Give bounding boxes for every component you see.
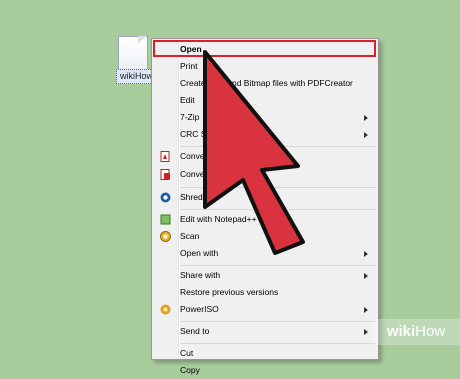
watermark-wiki: wiki [386,323,416,340]
pointer-arrow-icon [203,50,305,255]
watermark-logo: wikiHow [372,319,460,345]
menu-item-label: Cut [180,348,194,358]
menu-item-label: Copy [180,365,200,375]
menu-item-copy[interactable]: Copy [154,362,376,379]
watermark-how: How [415,323,446,340]
menu-item-cut[interactable]: Cut [154,345,376,362]
